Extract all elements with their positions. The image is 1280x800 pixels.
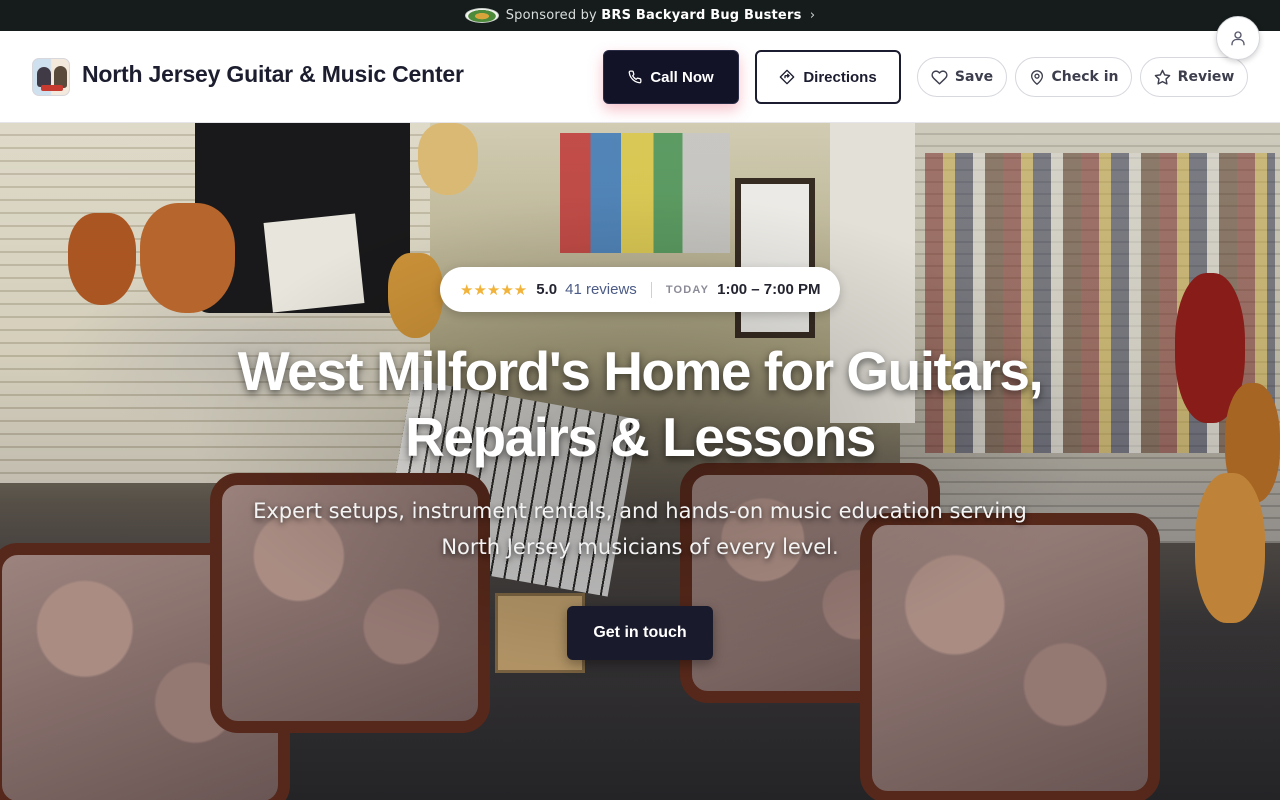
brs-logo-icon — [464, 8, 499, 23]
sponsor-bar[interactable]: Sponsored by BRS Backyard Bug Busters › — [0, 0, 1280, 31]
directions-button[interactable]: Directions — [755, 50, 901, 104]
check-in-button[interactable]: Check in — [1015, 57, 1132, 97]
call-now-label: Call Now — [650, 68, 714, 86]
save-label: Save — [954, 69, 994, 85]
review-button[interactable]: Review — [1140, 57, 1248, 97]
phone-icon — [628, 70, 642, 84]
hero-headline: West Milford's Home for Guitars, Repairs… — [237, 340, 1044, 468]
save-button[interactable]: Save — [917, 57, 1007, 97]
get-in-touch-button[interactable]: Get in touch — [567, 606, 713, 660]
check-in-label: Check in — [1051, 69, 1119, 85]
map-pin-icon — [1029, 69, 1045, 86]
call-now-button[interactable]: Call Now — [603, 50, 739, 104]
user-icon — [1229, 29, 1247, 47]
star-icon — [1154, 69, 1171, 86]
reviews-link[interactable]: 41 reviews — [565, 281, 637, 298]
today-label: TODAY — [665, 283, 710, 296]
rating-value: 5.0 — [536, 281, 558, 298]
business-name: North Jersey Guitar & Music Center — [82, 61, 464, 87]
rating-hours-badge: ★★★★★ 5.0 41 reviews TODAY 1:00 – 7:00 P… — [440, 267, 840, 312]
account-button[interactable] — [1216, 16, 1260, 60]
business-logo — [32, 58, 70, 96]
rating-stars-icon: ★★★★★ — [460, 281, 528, 299]
divider — [650, 281, 652, 298]
chevron-right-icon: › — [809, 8, 816, 23]
directions-label: Directions — [803, 68, 877, 86]
sponsor-brand[interactable]: BRS Backyard Bug Busters — [601, 8, 801, 23]
sponsor-text[interactable]: Sponsored by BRS Backyard Bug Busters › — [506, 8, 816, 23]
hero-subheading: Expert setups, instrument rentals, and h… — [253, 499, 1027, 559]
business-header: North Jersey Guitar & Music Center Call … — [0, 31, 1280, 123]
hours-today: 1:00 – 7:00 PM — [717, 281, 821, 298]
directions-icon — [779, 69, 795, 85]
hero-section: ★★★★★ 5.0 41 reviews TODAY 1:00 – 7:00 P… — [0, 123, 1280, 800]
review-label: Review — [1177, 69, 1235, 85]
sponsor-prefix: Sponsored by — [505, 8, 597, 23]
heart-icon — [931, 69, 948, 86]
